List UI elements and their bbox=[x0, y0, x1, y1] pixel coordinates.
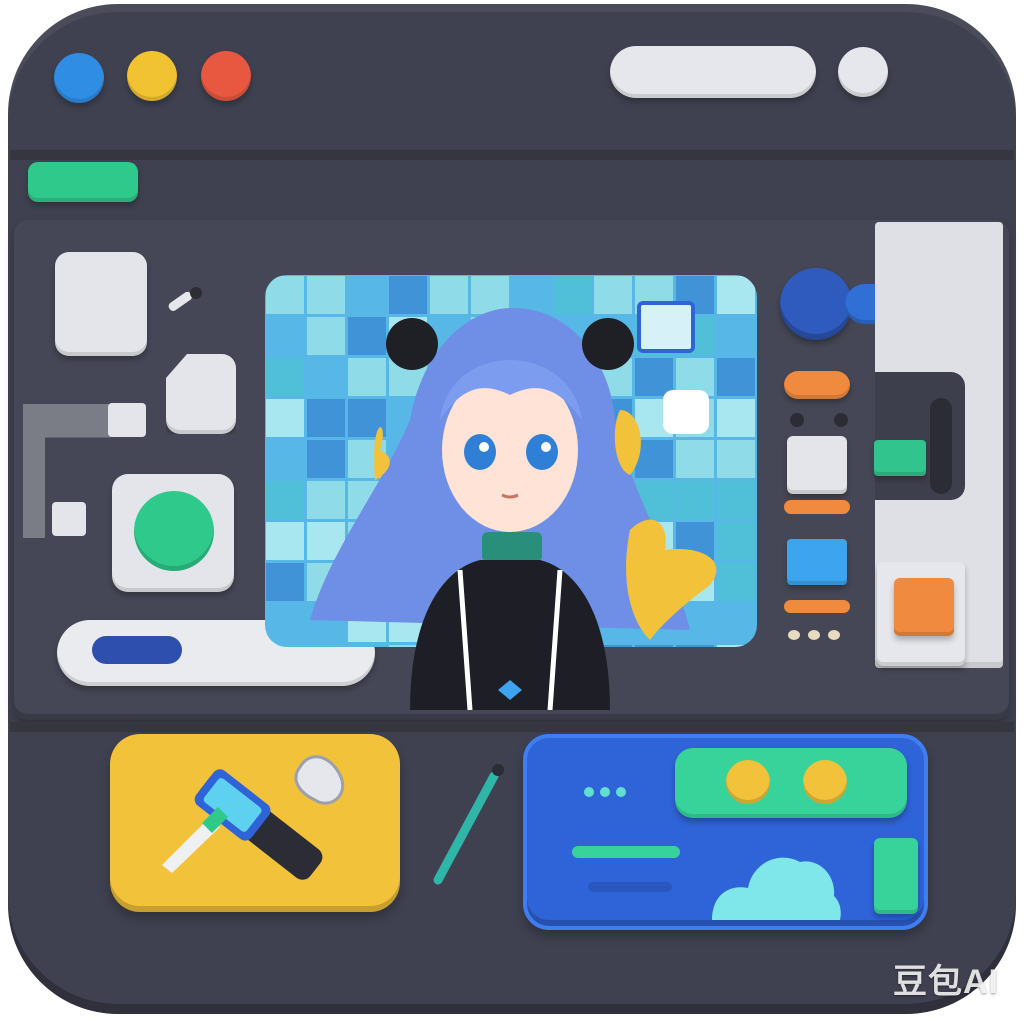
maximize-window-button[interactable] bbox=[201, 51, 251, 101]
green-swatch[interactable] bbox=[874, 440, 926, 476]
green-card-tile[interactable] bbox=[874, 838, 918, 914]
text-line-1 bbox=[572, 846, 680, 858]
menu-button[interactable] bbox=[838, 47, 888, 97]
media-controls[interactable] bbox=[675, 748, 907, 818]
bracket-cap-bottom bbox=[52, 502, 86, 536]
layer-thumbnail[interactable] bbox=[55, 252, 147, 356]
titlebar-divider bbox=[10, 150, 1014, 160]
cloud-icon bbox=[708, 844, 842, 920]
pager-dots[interactable] bbox=[786, 628, 850, 642]
scroll-handle[interactable] bbox=[930, 398, 952, 494]
swatch-dot-left bbox=[790, 413, 804, 427]
swatch-dot-right bbox=[834, 413, 848, 427]
orange-swatch-line-2[interactable] bbox=[784, 600, 850, 613]
watermark-text: 豆包AI bbox=[893, 963, 999, 1001]
bracket-cap-top bbox=[108, 403, 146, 437]
progress-fill bbox=[92, 636, 182, 664]
record-indicator bbox=[134, 491, 214, 571]
shape-tool-button[interactable] bbox=[166, 354, 236, 434]
edit-tools-icon[interactable] bbox=[150, 745, 370, 895]
toggle-knob[interactable] bbox=[780, 268, 852, 340]
address-bar[interactable] bbox=[610, 46, 816, 98]
white-swatch[interactable] bbox=[787, 436, 847, 494]
character-avatar bbox=[270, 300, 740, 711]
orange-swatch-line[interactable] bbox=[784, 500, 850, 514]
minimize-window-button[interactable] bbox=[127, 51, 177, 101]
blue-swatch[interactable] bbox=[787, 539, 847, 585]
active-tab[interactable] bbox=[28, 162, 138, 202]
orange-color-button[interactable] bbox=[894, 578, 954, 636]
stylus-icon bbox=[428, 762, 508, 888]
close-window-button[interactable] bbox=[54, 53, 104, 103]
more-dots-icon[interactable] bbox=[582, 784, 632, 800]
orange-swatch-top[interactable] bbox=[784, 371, 850, 399]
dock-divider bbox=[10, 722, 1014, 732]
text-line-2 bbox=[588, 882, 672, 892]
media-next-button[interactable] bbox=[803, 760, 847, 804]
pen-tool-icon[interactable] bbox=[163, 281, 203, 321]
media-play-button[interactable] bbox=[726, 760, 770, 804]
